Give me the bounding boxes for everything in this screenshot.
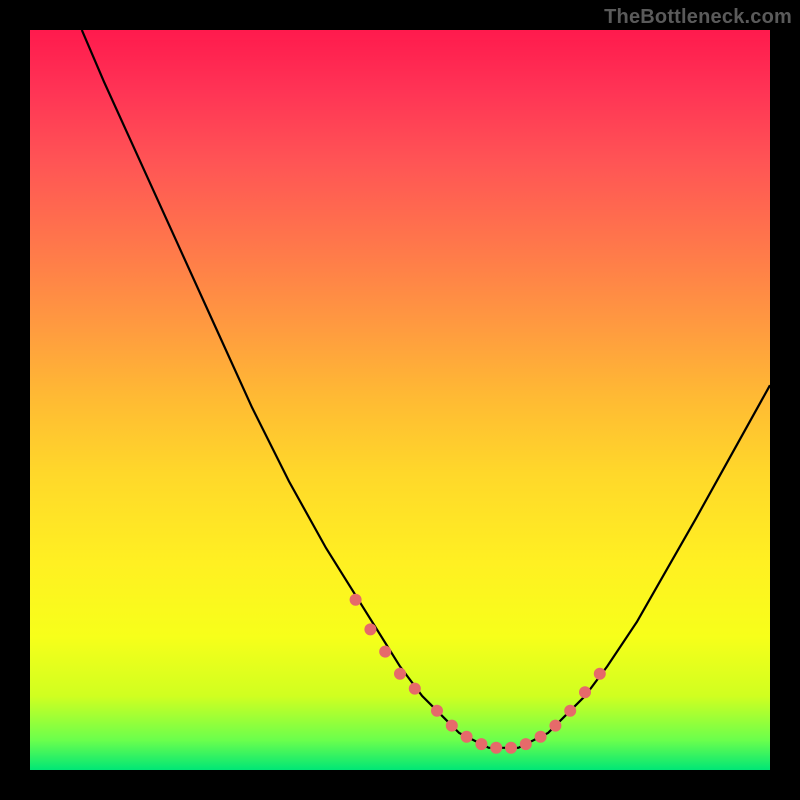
- watermark-text: TheBottleneck.com: [604, 6, 792, 29]
- dot: [564, 705, 576, 717]
- dot: [379, 646, 391, 658]
- dot: [535, 731, 547, 743]
- highlight-dots: [350, 594, 606, 754]
- chart-container: TheBottleneck.com: [0, 0, 800, 800]
- dot: [579, 686, 591, 698]
- dot: [549, 720, 561, 732]
- curve-svg: [30, 30, 770, 770]
- dot: [505, 742, 517, 754]
- plot-area: [30, 30, 770, 770]
- dot: [594, 668, 606, 680]
- dot: [490, 742, 502, 754]
- dot: [475, 738, 487, 750]
- dot: [520, 738, 532, 750]
- dot: [446, 720, 458, 732]
- dot: [461, 731, 473, 743]
- dot: [409, 683, 421, 695]
- dot: [350, 594, 362, 606]
- dot: [394, 668, 406, 680]
- dot: [431, 705, 443, 717]
- dot: [364, 623, 376, 635]
- bottleneck-curve: [82, 30, 770, 748]
